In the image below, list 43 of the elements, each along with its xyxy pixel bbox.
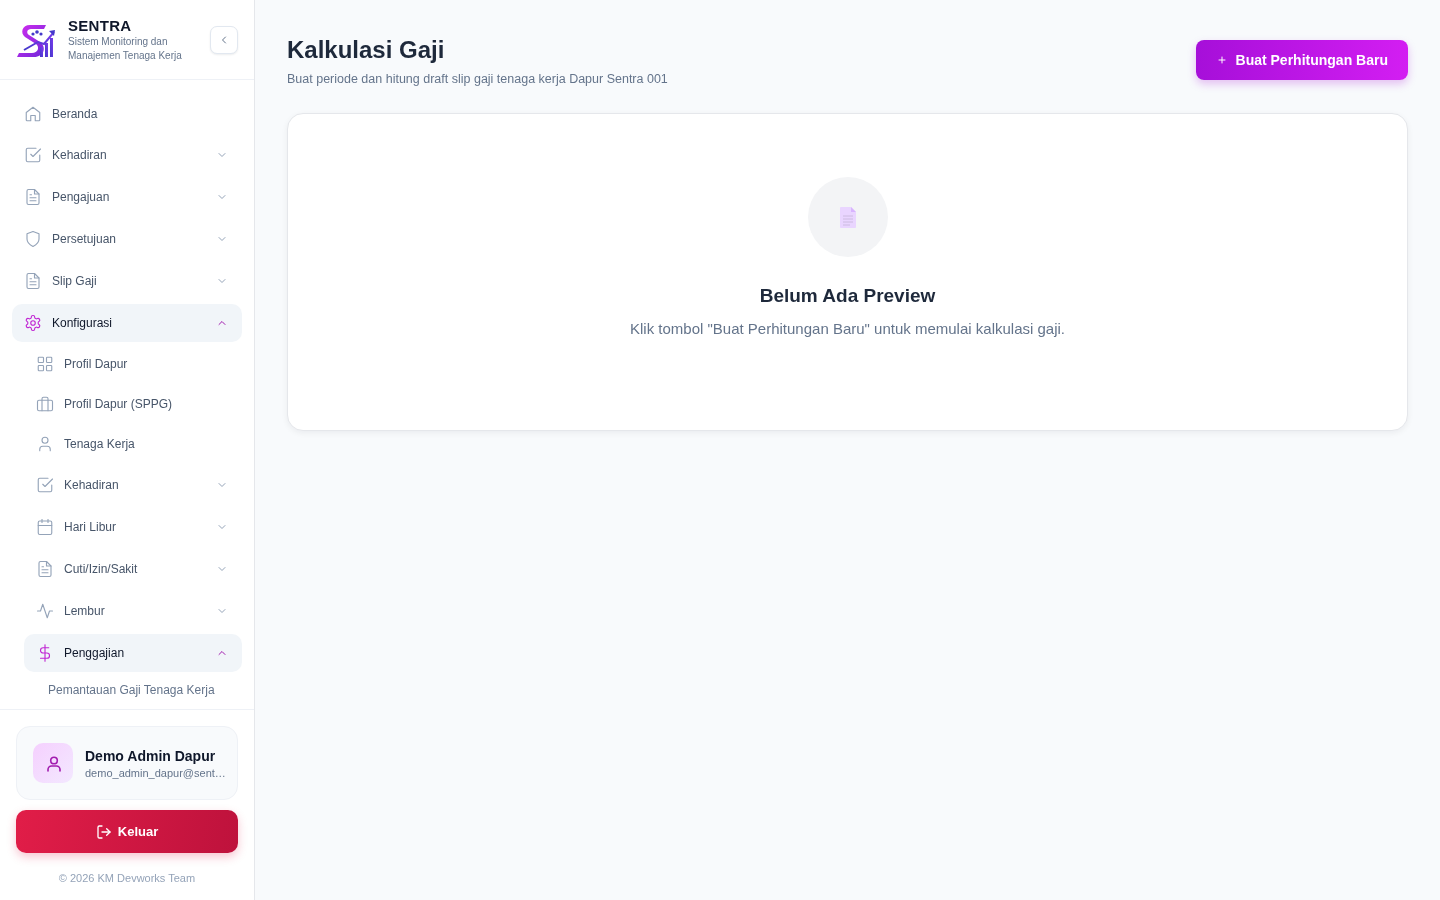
empty-state-title: Belum Ada Preview <box>759 284 936 308</box>
new-calculation-button[interactable]: Buat Perhitungan Baru <box>1195 40 1408 80</box>
briefcase-icon <box>36 395 54 413</box>
copyright-text: © 2026 KM Devworks Team <box>58 872 196 884</box>
sidebar-item[interactable]: Kehadiran <box>12 136 242 174</box>
user-avatar-icon <box>33 743 73 783</box>
shield-icon <box>24 230 42 248</box>
logout-button[interactable]: Keluar <box>16 810 238 853</box>
checkbox-icon <box>24 146 42 164</box>
sidebar-item[interactable]: Profil Dapur <box>24 346 242 382</box>
home-icon <box>24 105 42 123</box>
sidebar-item[interactable]: Kehadiran <box>24 466 242 504</box>
calendar-icon <box>36 518 54 536</box>
app-tagline: Sistem Monitoring dan Manajemen Tenaga Kerja <box>68 34 183 63</box>
document-icon <box>36 560 54 578</box>
page-subtitle: Buat periode dan hitung draft slip gaji tenaga kerja Dapur Sentra 001 <box>287 71 668 87</box>
settings-icon <box>24 314 42 332</box>
sidebar-item[interactable]: Slip Gaji <box>12 262 242 300</box>
document-icon <box>24 272 42 290</box>
sidebar-item[interactable]: Persetujuan <box>12 220 242 258</box>
sidebar-item[interactable]: Lembur <box>24 592 242 630</box>
sidebar-item[interactable]: Konfigurasi <box>12 304 242 342</box>
sidebar-item[interactable]: Tenaga Kerja <box>24 426 242 462</box>
logout-icon <box>95 823 112 840</box>
sidebar-link[interactable]: Pemantauan Gaji Tenaga Kerja <box>48 682 215 698</box>
collapse-sidebar-button[interactable] <box>210 25 238 54</box>
sidebar-item[interactable]: Cuti/Izin/Sakit <box>24 550 242 588</box>
user-icon <box>36 435 54 453</box>
user-email: demo_admin_dapur@sent… <box>85 766 226 779</box>
sidebar-item[interactable]: Profil Dapur (SPPG) <box>24 386 242 422</box>
grid-icon <box>36 355 54 373</box>
sidebar-item[interactable]: Hari Libur <box>24 508 242 546</box>
pulse-line-icon <box>36 602 54 620</box>
sidebar-item[interactable]: Penggajian <box>24 634 242 672</box>
document-icon <box>24 188 42 206</box>
sidebar-item[interactable]: Pengajuan <box>12 178 242 216</box>
page-title: Kalkulasi Gaji <box>287 35 445 65</box>
sidebar-item[interactable]: Beranda <box>12 96 242 132</box>
user-name: Demo Admin Dapur <box>85 747 216 764</box>
app-name: SENTRA <box>68 16 132 35</box>
empty-state-message: Klik tombol "Buat Perhitungan Baru" untuk memulai kalkulasi gaji. <box>629 319 1065 339</box>
document-icon <box>807 177 888 257</box>
checkbox-icon <box>36 476 54 494</box>
